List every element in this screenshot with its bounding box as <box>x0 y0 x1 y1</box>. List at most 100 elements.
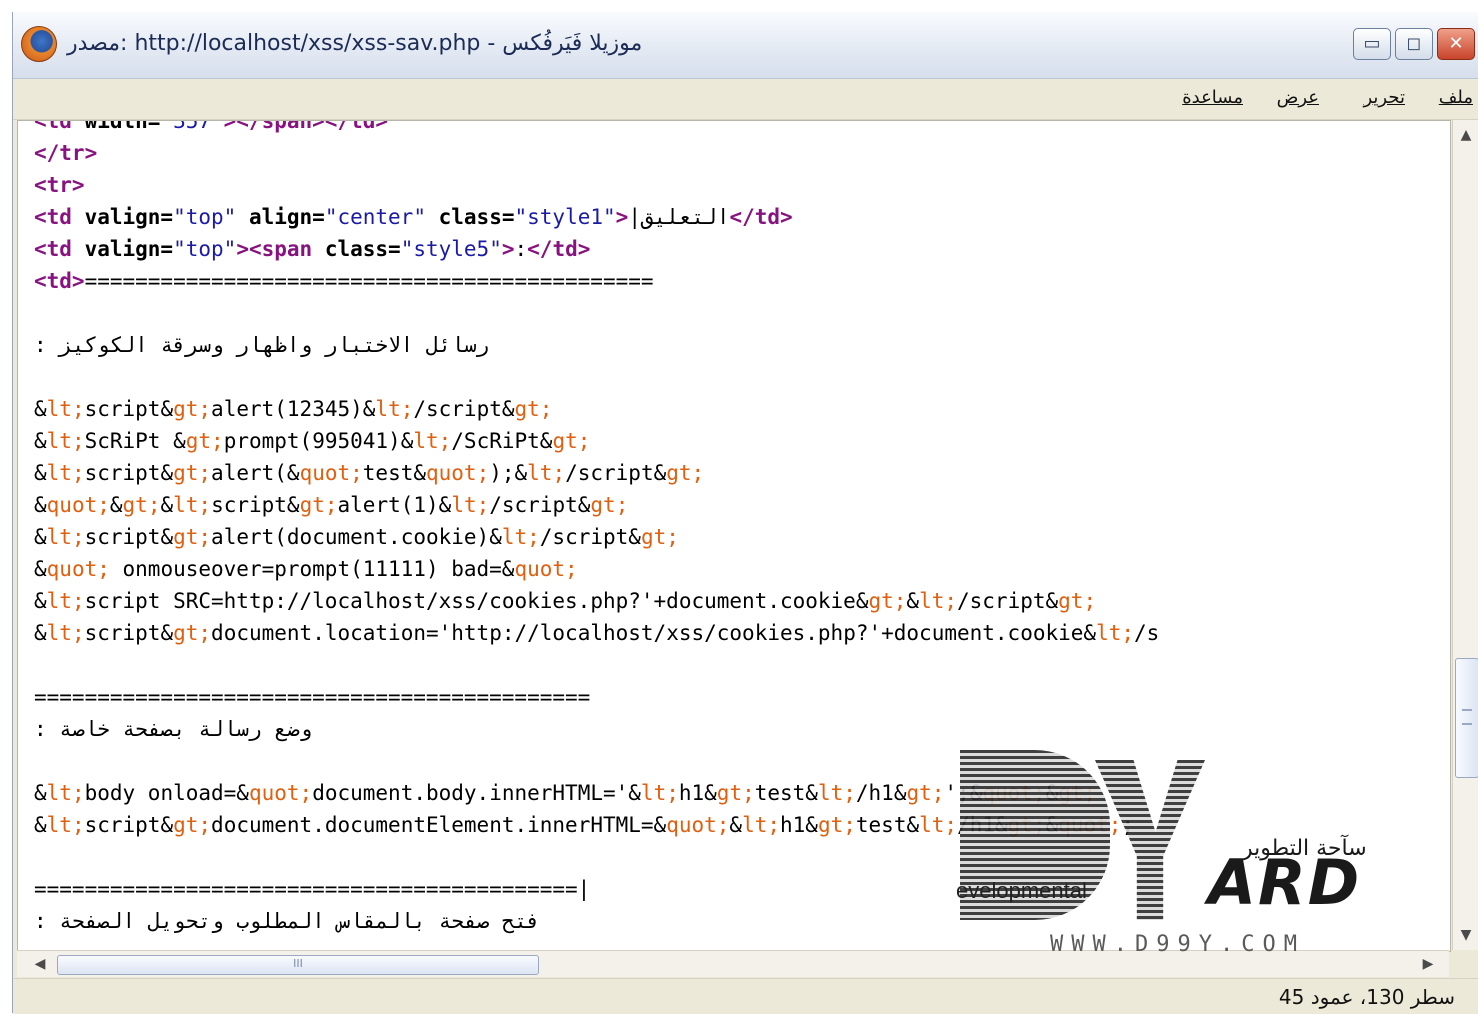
code-token: gt; <box>666 461 705 485</box>
code-token: test& <box>362 461 426 485</box>
cursor-position: سطر 130، عمود 45 <box>1278 985 1455 1009</box>
code-token: ><span <box>236 237 325 261</box>
code-line: &lt;body onload=&quot;document.body.inne… <box>34 777 1159 809</box>
code-token: gt; <box>173 813 212 837</box>
code-token: valign= <box>84 237 174 261</box>
code-token: & <box>34 621 47 645</box>
code-token: lt; <box>742 813 781 837</box>
code-token: </tr> <box>34 141 98 165</box>
code-line: &lt;script&gt;document.documentElement.i… <box>34 809 1159 841</box>
code-token: class= <box>324 237 401 261</box>
maximize-button[interactable]: ◻ <box>1395 28 1433 60</box>
code-token: > <box>501 237 515 261</box>
code-token: ';& <box>944 781 983 805</box>
code-token: h1& <box>780 813 818 837</box>
code-token: </td> <box>527 237 591 261</box>
code-token: & <box>34 589 47 613</box>
code-line: : فتح صفحة بالمقاس المطلوب وتحويل الصفحة <box>34 905 1159 937</box>
code-token: );& <box>489 461 528 485</box>
code-token: </td> <box>729 205 793 229</box>
code-token: /h1& <box>855 781 907 805</box>
title-bar: موزيلا فَيَرفُكس - http://localhost/xss/… <box>13 12 1478 79</box>
vertical-scrollbar[interactable]: ▲ ▼ <box>1452 120 1478 950</box>
code-token: document.location='http://localhost/xss/… <box>211 621 1097 645</box>
code-token: lt; <box>46 461 85 485</box>
code-token: gt; <box>514 397 553 421</box>
code-token: /ScRiPt& <box>451 429 553 453</box>
code-token: lt; <box>46 589 85 613</box>
code-token: gt; <box>552 429 591 453</box>
code-token: gt; <box>1007 813 1046 837</box>
code-token: gt; <box>299 493 338 517</box>
code-token: script SRC=http://localhost/xss/cookies.… <box>84 589 869 613</box>
code-token: & <box>34 461 47 485</box>
menu-file[interactable]: ملف <box>1439 87 1473 108</box>
vertical-scroll-thumb[interactable] <box>1455 658 1478 778</box>
code-token: "top" <box>173 237 237 261</box>
firefox-icon <box>21 26 57 62</box>
minimize-button[interactable]: ▭ <box>1353 28 1391 60</box>
code-token: alert(& <box>211 461 300 485</box>
code-line: </tr> <box>34 137 1159 169</box>
code-token: /script& <box>957 589 1059 613</box>
code-token: onmouseover=prompt(11111) bad=& <box>109 557 515 581</box>
source-view[interactable]: <td width="357"></span></td> </tr> <tr> <td… <box>17 120 1451 952</box>
code-token: body onload=& <box>84 781 249 805</box>
code-line: &quot;&gt;&lt;script&gt;alert(1)&lt;/scr… <box>34 489 1159 521</box>
code-token: /s <box>1134 621 1160 645</box>
scroll-up-arrow-icon[interactable]: ▲ <box>1457 126 1475 144</box>
code-token: > <box>615 205 629 229</box>
code-token: & <box>34 781 47 805</box>
code-token: & <box>34 493 47 517</box>
menu-help[interactable]: مساعدة <box>1182 87 1243 108</box>
code-token: lt; <box>527 461 566 485</box>
code-line: ========================================… <box>34 681 1159 713</box>
code-token: ========================================… <box>84 269 654 293</box>
code-line: <tr> <box>34 169 1159 201</box>
code-line: <td>====================================… <box>34 265 1159 297</box>
code-token: & <box>160 493 174 517</box>
code-token: align= <box>236 205 325 229</box>
code-token: alert(document.cookie)& <box>211 525 502 549</box>
code-token: quot; <box>426 461 490 485</box>
close-button[interactable]: ✕ <box>1437 28 1475 60</box>
grip-icon <box>1462 709 1472 725</box>
code-token: : فتح صفحة بالمقاس المطلوب وتحويل الصفحة <box>34 909 540 933</box>
code-token: quot; <box>248 781 313 805</box>
code-token: lt; <box>375 397 414 421</box>
scroll-left-arrow-icon[interactable]: ◀ <box>31 955 49 973</box>
code-token: lt; <box>413 429 452 453</box>
code-token: /script& <box>565 461 667 485</box>
code-token: lt; <box>501 525 540 549</box>
scroll-right-arrow-icon[interactable]: ▶ <box>1419 955 1437 973</box>
code-token: & <box>34 525 47 549</box>
code-line: : رسائل الاختبار واظهار وسرقة الكوكيز <box>34 329 1159 361</box>
code-token: lt; <box>46 621 85 645</box>
code-token: & <box>34 429 47 453</box>
horizontal-scroll-thumb[interactable]: III <box>57 955 539 975</box>
menu-edit[interactable]: تحرير <box>1363 87 1405 108</box>
code-token: gt; <box>590 493 629 517</box>
code-token: ========================================… <box>34 685 591 709</box>
menu-view[interactable]: عرض <box>1277 87 1319 108</box>
code-token: /script& <box>413 397 515 421</box>
code-token: lt; <box>919 813 958 837</box>
code-token: <td <box>34 120 85 133</box>
code-line: &lt;script&gt;alert(12345)&lt;/script&gt… <box>34 393 1159 425</box>
code-token: gt; <box>1058 589 1097 613</box>
code-token: lt; <box>46 525 85 549</box>
code-token: lt; <box>46 813 85 837</box>
code-token: <td <box>34 237 85 261</box>
code-token: & <box>906 589 920 613</box>
code-token: & <box>34 813 47 837</box>
code-token: h1& <box>678 781 717 805</box>
code-token: quot; <box>46 493 110 517</box>
horizontal-scrollbar[interactable]: ◀ III ▶ <box>17 950 1449 977</box>
code-token: /script& <box>539 525 641 549</box>
scroll-down-arrow-icon[interactable]: ▼ <box>1457 926 1475 944</box>
menu-bar: ملف تحرير عرض مساعدة <box>13 79 1478 120</box>
